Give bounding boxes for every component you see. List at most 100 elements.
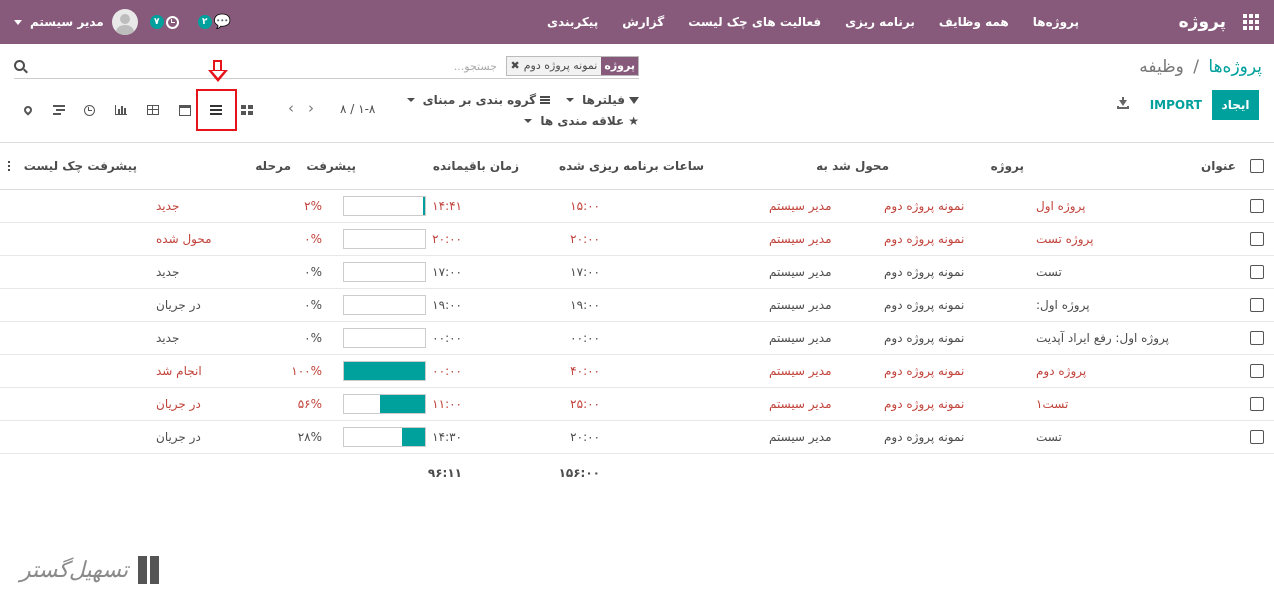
progress-bar: [343, 289, 427, 321]
cell-progress-percent: ۰%: [304, 232, 322, 246]
watermark-logo: تسهیل‌گستر: [20, 545, 164, 595]
header-assignee[interactable]: محول شد به: [816, 143, 889, 189]
row-checkbox[interactable]: [1250, 232, 1264, 246]
caret-down-icon: [566, 98, 575, 102]
pager-value[interactable]: ۱-۸ / ۸: [340, 102, 375, 116]
pivot-view-icon[interactable]: [141, 92, 165, 128]
download-icon[interactable]: [1117, 97, 1129, 111]
progress-bar-fill: [379, 395, 425, 413]
activity-menu[interactable]: ۷: [150, 0, 179, 44]
filter-icon: [629, 96, 639, 104]
progress-bar: [343, 421, 427, 453]
total-remaining-hours: ۹۶:۱۱: [427, 466, 462, 480]
table-row[interactable]: تست۱ نمونه پروژه دوم مدیر سیستم ۲۵:۰۰ ۱۱:۰۰ ۵…: [0, 388, 1274, 421]
search-bar: پروژه نمونه پروژه دوم ✖: [14, 55, 639, 79]
search-options: فیلترها گروه بندی بر مبنای: [406, 93, 639, 107]
table-totals-row: ۱۵۶:۰۰ ۹۶:۱۱: [0, 454, 1274, 492]
header-title[interactable]: عنوان: [1201, 143, 1236, 189]
cell-project: نمونه پروژه دوم: [884, 232, 965, 246]
gantt-view-icon[interactable]: [47, 92, 71, 128]
facet-value-box: نمونه پروژه دوم ✖: [506, 57, 602, 75]
cell-title: پروژه تست: [1036, 232, 1094, 246]
facet-label: پروژه: [601, 57, 638, 75]
activity-view-icon[interactable]: [77, 92, 101, 128]
watermark-icon: [136, 550, 164, 590]
cell-title: پروژه اول: [1036, 199, 1086, 213]
cell-assignee: مدیر سیستم: [769, 364, 832, 378]
menu-item-checklist-activities[interactable]: فعالیت های چک لیست: [688, 15, 821, 29]
row-checkbox[interactable]: [1250, 265, 1264, 279]
row-checkbox[interactable]: [1250, 199, 1264, 213]
cell-progress-percent: ۰%: [304, 298, 322, 312]
breadcrumb-current: وظیفه: [1139, 57, 1184, 77]
menu-item-configuration[interactable]: پیکربندی: [547, 15, 598, 29]
pager-previous-icon[interactable]: ‹: [288, 101, 294, 116]
progress-bar: [343, 388, 427, 420]
menu-item-projects[interactable]: پروژه‌ها: [1033, 15, 1079, 29]
progress-bar: [343, 223, 427, 255]
cell-title: تست: [1036, 430, 1062, 444]
header-stage[interactable]: مرحله: [255, 143, 291, 189]
header-progress[interactable]: پیشرفت: [306, 143, 356, 189]
cell-assignee: مدیر سیستم: [769, 232, 832, 246]
table-row[interactable]: پروژه دوم نمونه پروژه دوم مدیر سیستم ۴۰:۰۰ ۰…: [0, 355, 1274, 388]
row-checkbox[interactable]: [1250, 298, 1264, 312]
caret-down-icon: [524, 119, 533, 123]
row-checkbox[interactable]: [1250, 331, 1264, 345]
apps-menu-icon[interactable]: [1240, 0, 1262, 44]
table-row[interactable]: پروژه تست نمونه پروژه دوم مدیر سیستم ۲۰:۰۰ ۲…: [0, 223, 1274, 256]
messaging-menu[interactable]: ۲ 💬: [198, 0, 231, 44]
cell-stage: در جریان: [156, 397, 201, 411]
calendar-view-icon[interactable]: [173, 92, 197, 128]
header-planned-hours[interactable]: ساعات برنامه ریزی شده: [559, 143, 704, 189]
menu-item-reporting[interactable]: گزارش: [622, 15, 664, 29]
facet-value: نمونه پروژه دوم: [523, 59, 598, 72]
cell-title: پروژه اول:: [1036, 298, 1090, 312]
cell-project: نمونه پروژه دوم: [884, 331, 965, 345]
table-row[interactable]: پروژه اول نمونه پروژه دوم مدیر سیستم ۱۵:۰۰ ۱…: [0, 190, 1274, 223]
row-checkbox[interactable]: [1250, 430, 1264, 444]
import-button[interactable]: IMPORT: [1150, 90, 1202, 120]
pager-next-icon[interactable]: ›: [308, 101, 314, 116]
kanban-view-icon[interactable]: [235, 92, 259, 128]
cell-assignee: مدیر سیستم: [769, 430, 832, 444]
table-row[interactable]: پروژه اول: رفع ایراد آپدیت نمونه پروژه دو…: [0, 322, 1274, 355]
graph-view-icon[interactable]: [109, 92, 133, 128]
filters-dropdown[interactable]: فیلترها: [566, 93, 639, 107]
optional-columns-icon[interactable]: [8, 143, 14, 189]
select-all-checkbox[interactable]: [1250, 159, 1264, 173]
cell-title: تست۱: [1036, 397, 1069, 411]
row-checkbox[interactable]: [1250, 397, 1264, 411]
menu-item-planning[interactable]: برنامه ریزی: [845, 15, 915, 29]
progress-bar-fill: [344, 362, 425, 380]
clock-icon: [165, 15, 179, 29]
close-icon[interactable]: ✖: [511, 57, 520, 75]
user-menu[interactable]: مدیر سیستم: [14, 0, 138, 44]
cell-stage: جدید: [156, 265, 180, 279]
progress-bar: [343, 322, 427, 354]
cell-assignee: مدیر سیستم: [769, 397, 832, 411]
groupby-dropdown[interactable]: گروه بندی بر مبنای: [406, 93, 551, 107]
header-remaining-hours[interactable]: زمان باقیمانده: [433, 143, 519, 189]
cell-planned-hours: ۰۰:۰۰: [570, 331, 600, 345]
search-input[interactable]: [197, 57, 497, 75]
table-row[interactable]: تست نمونه پروژه دوم مدیر سیستم ۲۰:۰۰ ۱۴:۳۰ ۲۸…: [0, 421, 1274, 454]
map-view-icon[interactable]: [16, 92, 40, 128]
header-project[interactable]: پروژه: [991, 143, 1024, 189]
search-icon[interactable]: [14, 60, 25, 71]
chat-icon: 💬: [213, 14, 231, 30]
create-button[interactable]: ایجاد: [1212, 90, 1259, 120]
pager: ‹ › ۱-۸ / ۸: [288, 101, 375, 116]
cell-stage: محول شده: [156, 232, 212, 246]
caret-down-icon: [406, 98, 415, 102]
row-checkbox[interactable]: [1250, 364, 1264, 378]
cell-planned-hours: ۲۰:۰۰: [570, 430, 600, 444]
header-checklist-progress[interactable]: پیشرفت چک لیست: [24, 143, 137, 189]
favorites-dropdown[interactable]: ★ علاقه مندی ها: [524, 114, 639, 128]
breadcrumb-separator: /: [1193, 57, 1199, 77]
table-row[interactable]: پروژه اول: نمونه پروژه دوم مدیر سیستم ۱۹:۰۰…: [0, 289, 1274, 322]
breadcrumb-projects-link[interactable]: پروژه‌ها: [1208, 57, 1262, 77]
table-row[interactable]: تست نمونه پروژه دوم مدیر سیستم ۱۷:۰۰ ۱۷:۰۰ ۰%…: [0, 256, 1274, 289]
menu-item-all-tasks[interactable]: همه وظایف: [939, 15, 1009, 29]
cell-assignee: مدیر سیستم: [769, 265, 832, 279]
